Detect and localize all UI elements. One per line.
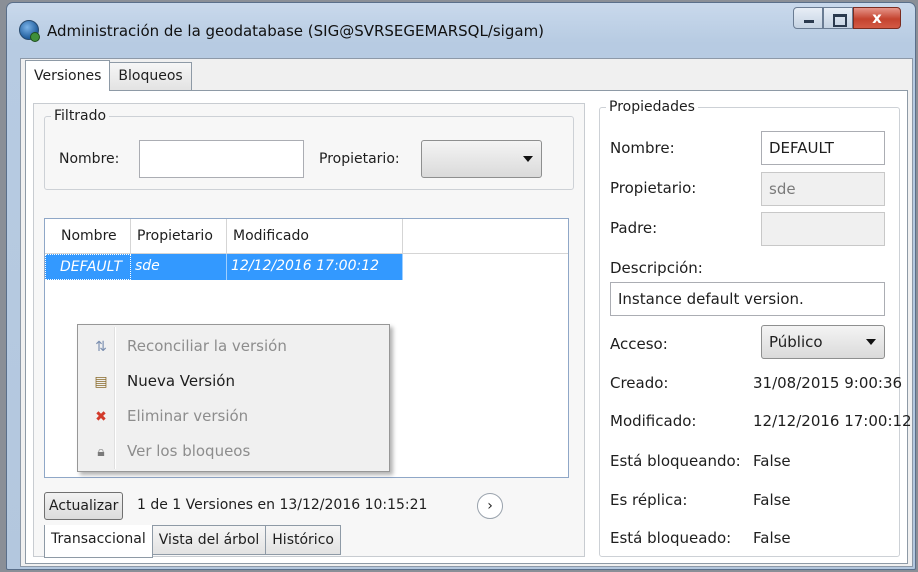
filter-name-label: Nombre: — [59, 151, 120, 167]
refresh-button[interactable]: Actualizar — [44, 492, 124, 520]
prop-description-value: Instance default version. — [618, 290, 804, 308]
prop-description-label: Descripción: — [610, 259, 703, 277]
column-header-nombre[interactable]: Nombre — [45, 219, 131, 254]
prop-locked-label: Está bloqueado: — [610, 529, 732, 547]
prop-description-field[interactable]: Instance default version. — [610, 282, 885, 316]
tab-bloqueos[interactable]: Bloqueos — [109, 62, 192, 91]
tab-versiones[interactable]: Versiones — [25, 60, 111, 91]
versions-panel: Filtrado Nombre: Propietario: Nombre Pro… — [25, 90, 912, 564]
prop-modified-value: 12/12/2016 17:00:12 — [753, 412, 912, 430]
prop-owner-value: sde — [769, 180, 796, 198]
filter-legend: Filtrado — [54, 108, 107, 124]
prop-replica-label: Es réplica: — [610, 491, 688, 509]
cell-owner: sde — [131, 254, 227, 280]
prop-access-dropdown[interactable]: Público — [761, 325, 885, 359]
app-window: Administración de la geodatabase (SIG@SV… — [6, 2, 916, 570]
table-row[interactable]: DEFAULT sde 12/12/2016 17:00:12 — [45, 254, 403, 280]
new-version-icon: ▤ — [94, 374, 108, 390]
cell-modified: 12/12/2016 17:00:12 — [227, 254, 403, 280]
menu-item-reconcile[interactable]: ⇅ Reconciliar la versión — [80, 331, 387, 363]
prop-owner-label: Propietario: — [610, 179, 697, 197]
prop-parent-label: Padre: — [610, 219, 658, 237]
prop-name-label: Nombre: — [610, 139, 675, 157]
tab-historico[interactable]: Histórico — [265, 525, 341, 555]
chevron-down-icon — [523, 156, 533, 162]
window-title: Administración de la geodatabase (SIG@SV… — [47, 22, 545, 40]
view-tabs: Transaccional Vista del árbol Histórico — [44, 525, 341, 558]
filter-group: Filtrado Nombre: Propietario: — [44, 108, 574, 190]
close-icon: x — [872, 9, 882, 27]
reconcile-icon: ⇅ — [95, 339, 107, 355]
properties-legend: Propiedades — [609, 99, 695, 115]
prop-locking-label: Está bloqueando: — [610, 452, 741, 470]
cell-name: DEFAULT — [45, 254, 131, 280]
menu-item-delete-version[interactable]: ✖ Eliminar versión — [80, 401, 387, 433]
versions-status-text: 1 de 1 Versiones en 13/12/2016 10:15:21 — [137, 497, 428, 513]
prop-owner-field: sde — [761, 172, 885, 206]
window-controls: x — [793, 7, 901, 29]
next-page-button[interactable]: › — [477, 493, 503, 519]
grid-header: Nombre Propietario Modificado — [45, 219, 568, 254]
chevron-right-icon: › — [487, 498, 493, 514]
prop-parent-field — [761, 212, 885, 246]
menu-item-view-locks[interactable]: 🔒︎ Ver los bloqueos — [80, 436, 387, 468]
close-button[interactable]: x — [853, 7, 901, 29]
prop-access-value: Público — [769, 333, 823, 351]
delete-icon: ✖ — [95, 409, 107, 425]
filter-name-input[interactable] — [139, 140, 304, 178]
prop-locking-value: False — [753, 452, 791, 470]
title-bar[interactable]: Administración de la geodatabase (SIG@SV… — [7, 3, 915, 49]
column-header-modificado[interactable]: Modificado — [227, 219, 403, 254]
filter-owner-label: Propietario: — [319, 151, 400, 167]
prop-created-label: Creado: — [610, 374, 669, 392]
column-header-propietario[interactable]: Propietario — [131, 219, 227, 254]
tab-vista-arbol[interactable]: Vista del árbol — [151, 525, 267, 555]
prop-modified-label: Modificado: — [610, 412, 697, 430]
chevron-down-icon — [866, 339, 876, 345]
minimize-button[interactable] — [793, 7, 823, 29]
context-menu: ⇅ Reconciliar la versión ▤ Nueva Versión… — [77, 324, 390, 472]
prop-access-label: Acceso: — [610, 335, 668, 353]
maximize-button[interactable] — [823, 7, 853, 29]
tab-transaccional[interactable]: Transaccional — [44, 525, 153, 558]
properties-group: Propiedades Nombre: DEFAULT Propietario:… — [599, 99, 912, 557]
prop-replica-value: False — [753, 491, 791, 509]
prop-name-field[interactable]: DEFAULT — [761, 131, 885, 165]
filter-owner-dropdown[interactable] — [421, 140, 542, 178]
menu-item-new-version[interactable]: ▤ Nueva Versión — [80, 366, 387, 398]
prop-name-value: DEFAULT — [769, 139, 834, 157]
versions-list-box: Filtrado Nombre: Propietario: Nombre Pro… — [33, 103, 585, 558]
prop-locked-value: False — [753, 529, 791, 547]
lock-icon: 🔒︎ — [97, 444, 105, 460]
dialog-client: Versiones Bloqueos Filtrado Nombre: Prop… — [20, 58, 913, 567]
main-tabs: Versiones Bloqueos — [25, 60, 192, 91]
prop-created-value: 31/08/2015 9:00:36 — [753, 374, 903, 392]
geodatabase-app-icon — [19, 20, 40, 42]
